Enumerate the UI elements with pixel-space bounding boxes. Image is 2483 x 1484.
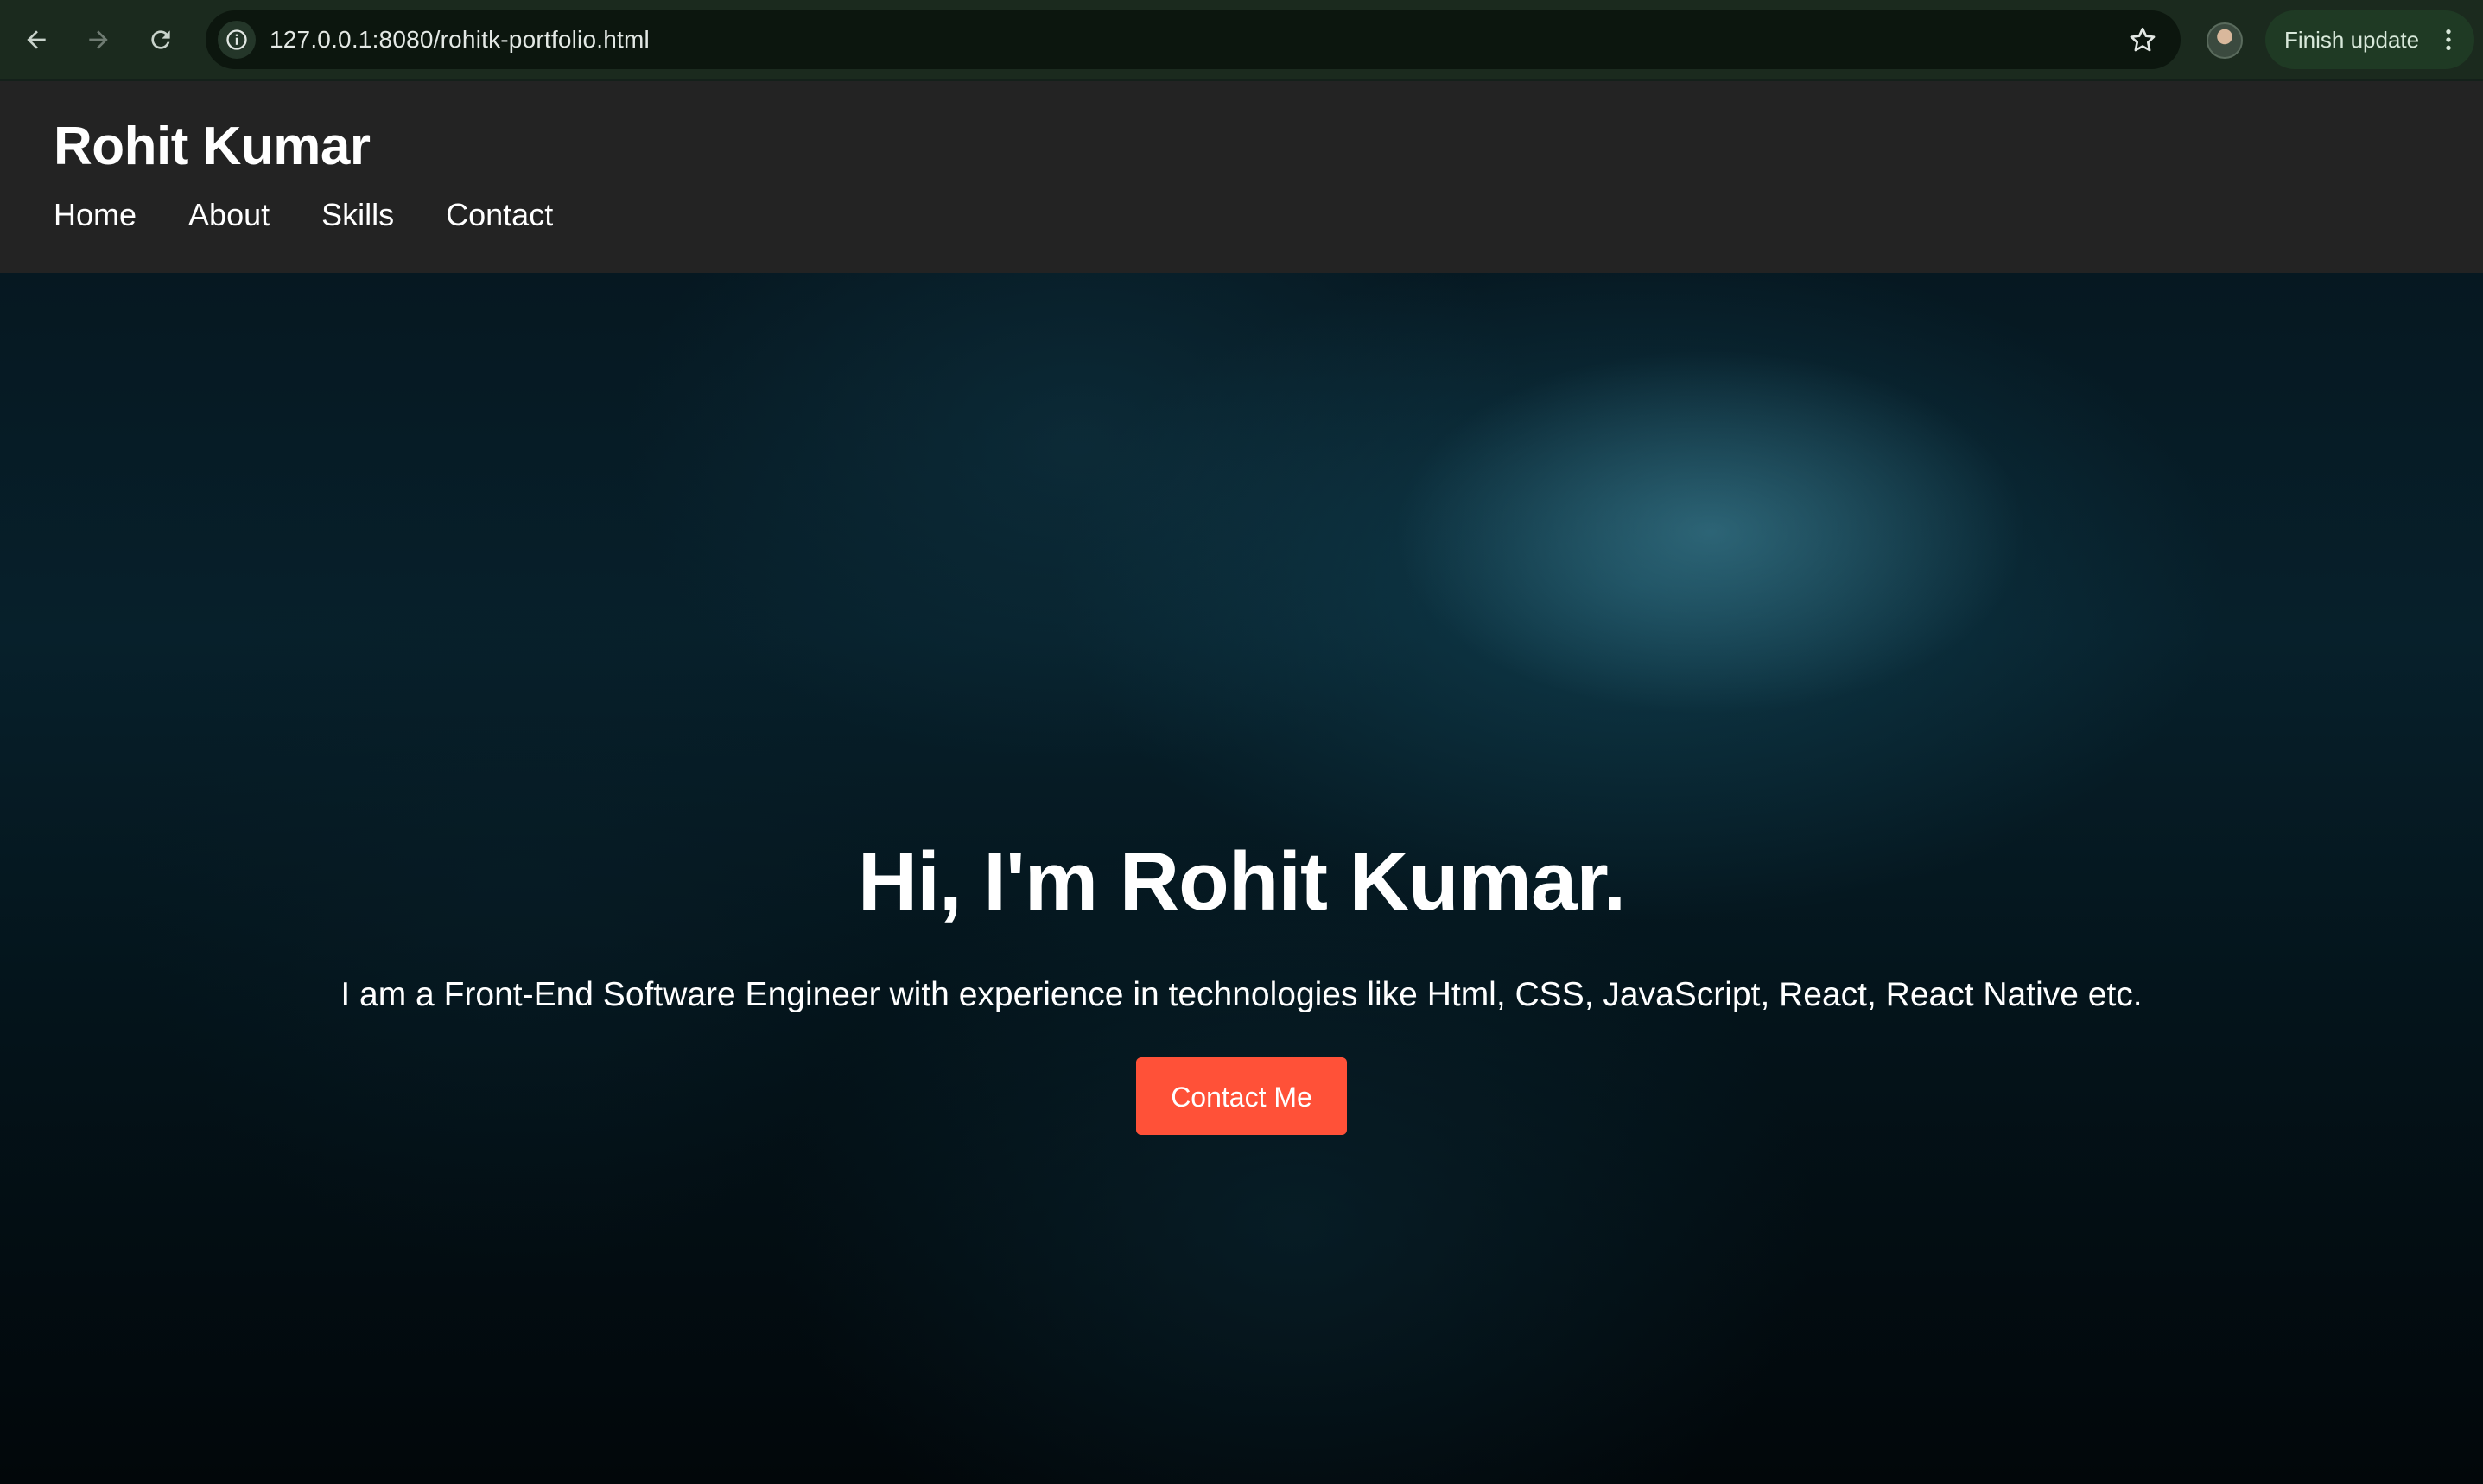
hero-title: Hi, I'm Rohit Kumar. bbox=[857, 835, 1626, 928]
star-icon[interactable] bbox=[2127, 24, 2158, 55]
hero-section: Hi, I'm Rohit Kumar. I am a Front-End So… bbox=[0, 273, 2483, 1484]
finish-update-label: Finish update bbox=[2284, 26, 2420, 53]
profile-avatar[interactable] bbox=[2207, 22, 2243, 59]
site-info-icon[interactable] bbox=[218, 21, 256, 59]
finish-update-button[interactable]: Finish update bbox=[2265, 10, 2474, 69]
forward-button[interactable] bbox=[76, 17, 121, 62]
contact-me-button[interactable]: Contact Me bbox=[1136, 1057, 1347, 1135]
nav-link-contact[interactable]: Contact bbox=[446, 197, 553, 233]
reload-button[interactable] bbox=[138, 17, 183, 62]
site-header: Rohit Kumar Home About Skills Contact bbox=[0, 81, 2483, 273]
reload-icon bbox=[151, 30, 170, 49]
site-logo[interactable]: Rohit Kumar bbox=[54, 116, 371, 177]
main-nav: Home About Skills Contact bbox=[54, 197, 553, 233]
url-text[interactable]: 127.0.0.1:8080/rohitk-portfolio.html bbox=[270, 10, 650, 69]
back-arrow-icon bbox=[27, 30, 46, 49]
browser-toolbar: 127.0.0.1:8080/rohitk-portfolio.html Fin… bbox=[0, 0, 2483, 81]
nav-link-home[interactable]: Home bbox=[54, 197, 137, 233]
nav-link-about[interactable]: About bbox=[188, 197, 270, 233]
hero-content: Hi, I'm Rohit Kumar. I am a Front-End So… bbox=[0, 834, 2483, 1135]
forward-arrow-icon bbox=[89, 30, 108, 49]
back-button[interactable] bbox=[14, 17, 59, 62]
nav-link-skills[interactable]: Skills bbox=[321, 197, 394, 233]
hero-subtitle: I am a Front-End Software Engineer with … bbox=[340, 976, 2143, 1013]
more-vert-icon[interactable] bbox=[2435, 26, 2462, 54]
address-bar[interactable]: 127.0.0.1:8080/rohitk-portfolio.html bbox=[206, 10, 2181, 69]
